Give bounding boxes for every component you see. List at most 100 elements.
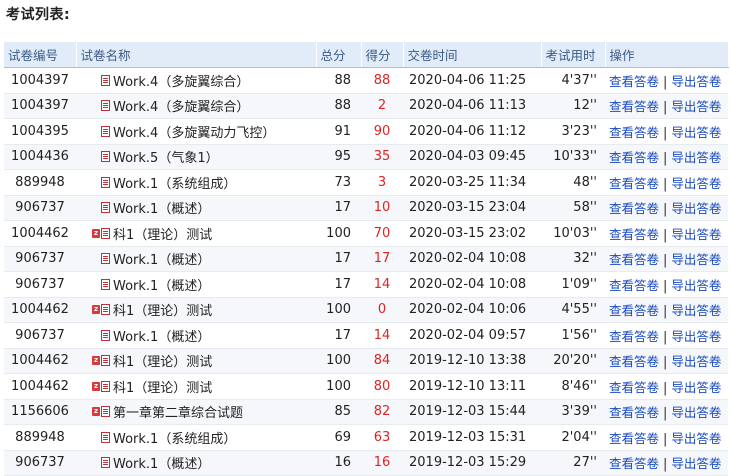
doc-icon	[101, 227, 110, 239]
export-answer-link[interactable]: 导出答卷	[671, 125, 721, 140]
doc-icon	[101, 125, 110, 137]
ops-separator: |	[663, 278, 668, 294]
cell-exam-id: 1004462	[4, 373, 76, 400]
table-row: 889948 Work.1（系统组成） 73 3 2020-03-25 11:34 48'…	[4, 169, 728, 196]
view-answer-link[interactable]: 查看答卷	[609, 405, 659, 420]
table-row: 1004395 Work.4（多旋翼动力飞控） 91 90 2020-04-06 11:…	[4, 118, 728, 145]
export-answer-link[interactable]: 导出答卷	[671, 201, 721, 216]
view-answer-link[interactable]: 查看答卷	[609, 99, 659, 114]
view-answer-link[interactable]: 查看答卷	[609, 227, 659, 242]
export-answer-link[interactable]: 导出答卷	[671, 354, 721, 369]
cell-total: 17	[316, 271, 361, 298]
cell-exam-name: Work.1（概述）	[76, 322, 316, 349]
table-row: 889948 Work.1（系统组成） 69 63 2019-12-03 15:31 2'…	[4, 424, 728, 451]
cell-duration: 10'03''	[541, 220, 605, 247]
view-answer-link[interactable]: 查看答卷	[609, 278, 659, 293]
cell-duration: 27''	[541, 450, 605, 476]
export-answer-link[interactable]: 导出答卷	[671, 150, 721, 165]
cell-score: 70	[361, 220, 403, 247]
cell-exam-name: Work.1（概述）	[76, 450, 316, 476]
table-header: 试卷编号 试卷名称 总分 得分 交卷时间 考试用时 操作	[4, 42, 729, 68]
exam-type-icons: z	[90, 353, 110, 368]
cell-score: 0	[361, 297, 403, 323]
exam-name-text: Work.1（系统组成）	[113, 176, 237, 192]
export-answer-link[interactable]: 导出答卷	[671, 278, 721, 293]
exam-name-text: Work.1（概述）	[113, 329, 211, 345]
cell-submit-time: 2020-02-04 10:06	[403, 297, 541, 323]
cell-exam-id: 1004462	[4, 297, 76, 323]
exam-type-icons: z	[90, 302, 110, 317]
cell-exam-id: 1004395	[4, 118, 76, 145]
cell-duration: 1'56''	[541, 322, 605, 349]
cell-exam-id: 906737	[4, 271, 76, 298]
export-answer-link[interactable]: 导出答卷	[671, 227, 721, 242]
col-header-id[interactable]: 试卷编号	[4, 42, 77, 68]
view-answer-link[interactable]: 查看答卷	[609, 252, 659, 267]
cell-submit-time: 2020-02-04 10:08	[403, 271, 541, 298]
export-answer-link[interactable]: 导出答卷	[671, 303, 721, 318]
cell-exam-id: 906737	[4, 195, 76, 221]
cell-score: 80	[361, 373, 403, 400]
view-answer-link[interactable]: 查看答卷	[609, 176, 659, 191]
doc-icon	[101, 176, 110, 188]
view-answer-link[interactable]: 查看答卷	[609, 201, 659, 216]
export-answer-link[interactable]: 导出答卷	[671, 176, 721, 191]
export-answer-link[interactable]: 导出答卷	[671, 74, 721, 89]
doc-icon	[101, 151, 110, 163]
export-answer-link[interactable]: 导出答卷	[671, 431, 721, 446]
view-answer-link[interactable]: 查看答卷	[609, 329, 659, 344]
doc-icon	[101, 457, 110, 469]
view-answer-link[interactable]: 查看答卷	[609, 74, 659, 89]
export-answer-link[interactable]: 导出答卷	[671, 405, 721, 420]
cell-total: 100	[316, 220, 361, 247]
view-answer-link[interactable]: 查看答卷	[609, 303, 659, 318]
cell-total: 100	[316, 297, 361, 323]
exam-name-text: 科1（理论）测试	[113, 227, 213, 243]
cell-exam-name: z 科1（理论）测试	[76, 220, 316, 247]
view-answer-link[interactable]: 查看答卷	[609, 125, 659, 140]
view-answer-link[interactable]: 查看答卷	[609, 431, 659, 446]
cell-ops: 查看答卷 | 导出答卷	[605, 399, 728, 425]
doc-icon	[101, 278, 110, 290]
export-answer-link[interactable]: 导出答卷	[671, 456, 721, 471]
view-answer-link[interactable]: 查看答卷	[609, 380, 659, 395]
ops-separator: |	[663, 125, 668, 141]
cell-score: 84	[361, 348, 403, 374]
ops-separator: |	[663, 431, 668, 447]
exam-name-text: 科1（理论）测试	[113, 304, 213, 320]
col-header-duration[interactable]: 考试用时	[541, 42, 606, 68]
table-row: 1004397 Work.4（多旋翼综合） 88 2 2020-04-06 11:13 1…	[4, 93, 728, 119]
cell-duration: 3'23''	[541, 118, 605, 145]
col-header-score[interactable]: 得分	[361, 42, 404, 68]
col-header-total[interactable]: 总分	[316, 42, 362, 68]
view-answer-link[interactable]: 查看答卷	[609, 354, 659, 369]
export-answer-link[interactable]: 导出答卷	[671, 252, 721, 267]
export-answer-link[interactable]: 导出答卷	[671, 329, 721, 344]
view-answer-link[interactable]: 查看答卷	[609, 456, 659, 471]
cell-duration: 3'39''	[541, 399, 605, 425]
doc-icon	[101, 380, 110, 392]
cell-score: 14	[361, 271, 403, 298]
exam-type-icons	[90, 251, 110, 266]
export-answer-link[interactable]: 导出答卷	[671, 380, 721, 395]
col-header-name[interactable]: 试卷名称	[76, 42, 317, 68]
ops-separator: |	[663, 380, 668, 396]
col-header-submit-time[interactable]: 交卷时间	[403, 42, 542, 68]
cell-submit-time: 2020-04-06 11:12	[403, 118, 541, 145]
table-row: 906737 Work.1（概述） 16 16 2019-12-03 15:29 27''…	[4, 450, 728, 476]
cell-exam-id: 1004462	[4, 348, 76, 374]
exam-type-icons	[90, 175, 110, 190]
view-answer-link[interactable]: 查看答卷	[609, 150, 659, 165]
cell-ops: 查看答卷 | 导出答卷	[605, 373, 728, 400]
cell-duration: 2'04''	[541, 424, 605, 451]
cell-total: 100	[316, 348, 361, 374]
cell-submit-time: 2019-12-03 15:29	[403, 450, 541, 476]
ops-separator: |	[663, 202, 668, 218]
export-answer-link[interactable]: 导出答卷	[671, 99, 721, 114]
cell-duration: 4'37''	[541, 67, 605, 94]
exam-name-text: 第一章第二章综合试题	[113, 406, 244, 422]
exam-type-icons: z	[90, 379, 110, 394]
cell-score: 35	[361, 144, 403, 170]
cell-submit-time: 2019-12-10 13:38	[403, 348, 541, 374]
ops-separator: |	[663, 457, 668, 473]
